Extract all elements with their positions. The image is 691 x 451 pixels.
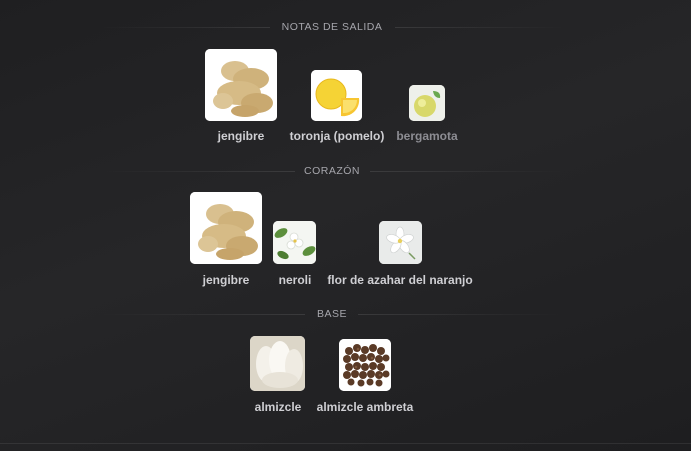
musk-icon [250,336,305,391]
divider-line [395,27,565,28]
note-label: jengibre [217,129,265,143]
note-label: jengibre [202,273,250,287]
note-label: bergamota [396,129,458,143]
section-header-top: NOTAS DE SALIDA [0,20,691,34]
divider-line [370,171,565,172]
note-label: neroli [278,273,312,287]
note-label: toronja (pomelo) [289,129,385,143]
ambrette-seeds-icon [339,339,391,391]
grapefruit-icon [311,70,362,121]
note-label: almizcle ambreta [316,400,414,414]
section-header-base: BASE [0,307,691,321]
ginger-icon [205,49,277,121]
neroli-flower-icon [273,221,316,264]
ginger-icon [190,192,262,264]
section-header-heart: CORAZÓN [0,164,691,178]
bottom-divider [0,443,691,444]
note-label: flor de azahar del naranjo [327,273,473,287]
note-label: almizcle [254,400,302,414]
orange-blossom-icon [379,221,422,264]
divider-line [358,314,563,315]
bergamot-icon [409,85,445,121]
